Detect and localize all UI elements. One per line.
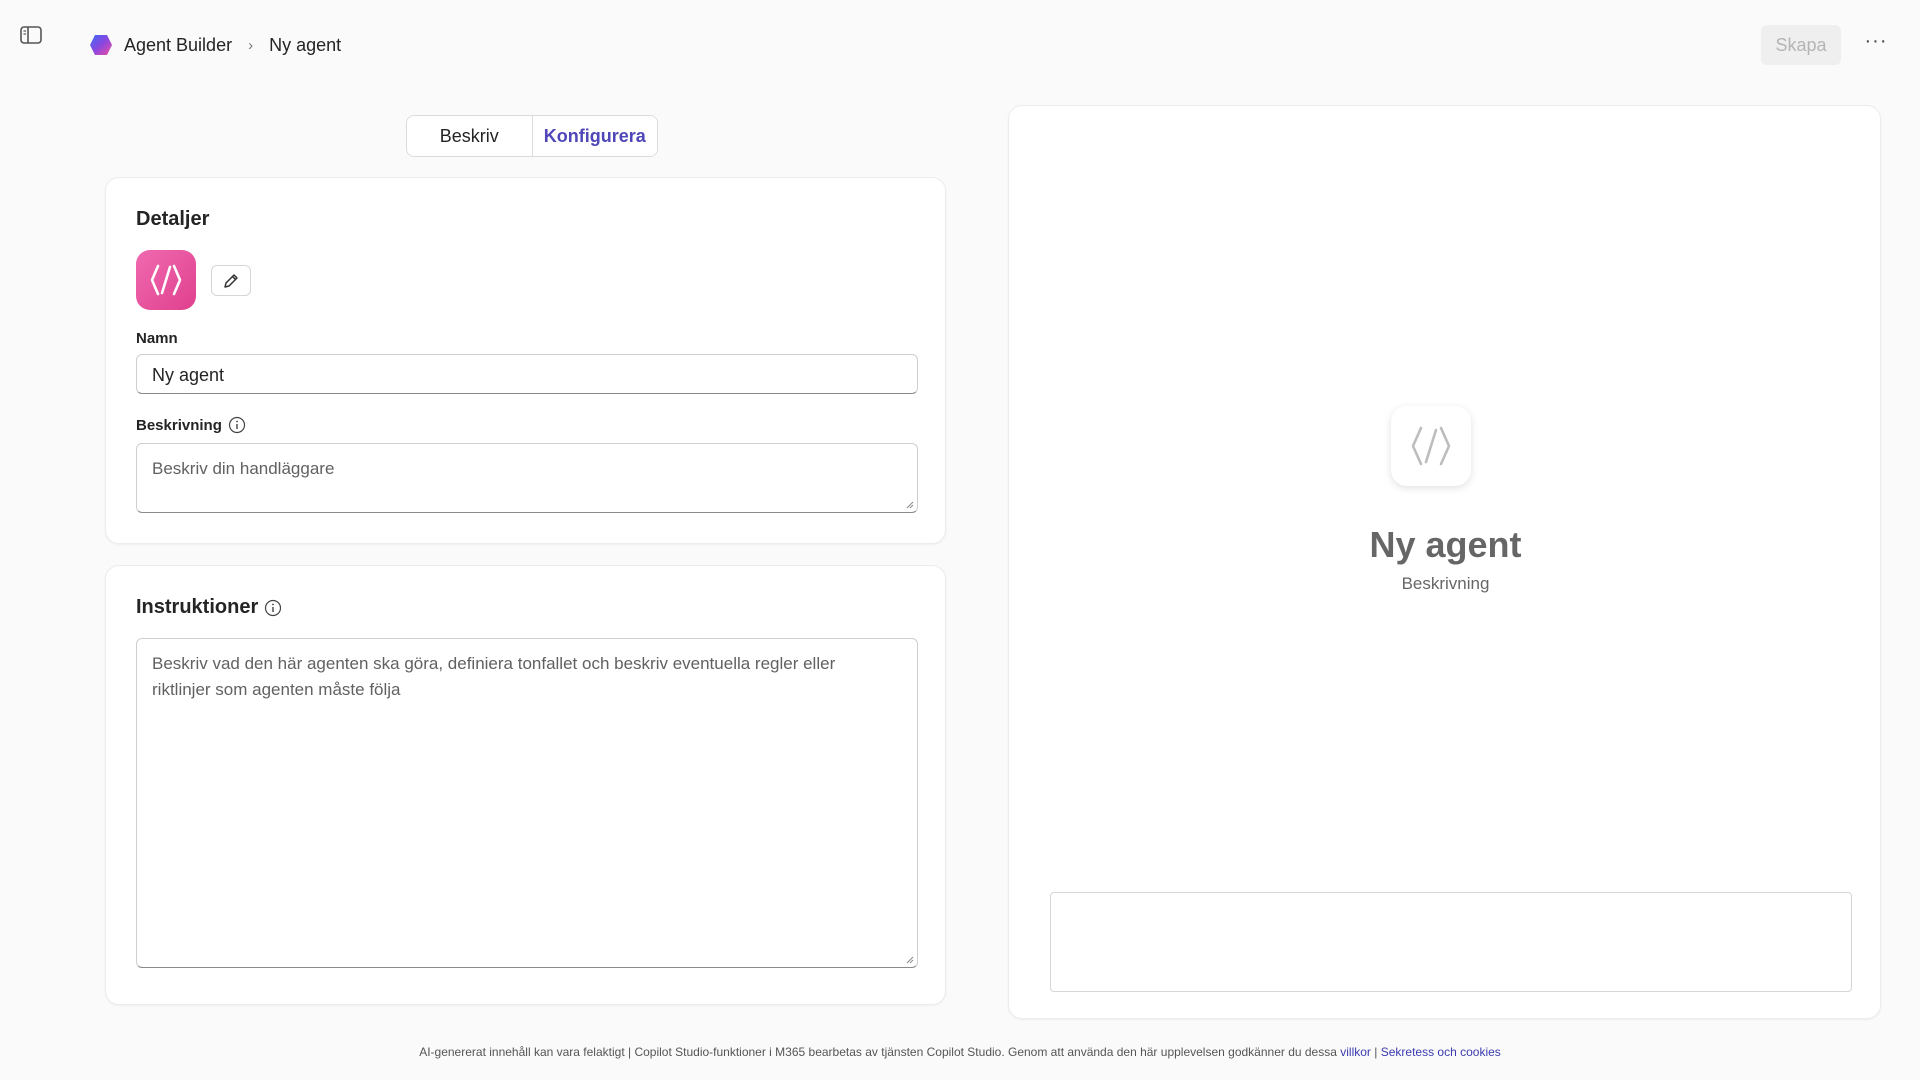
agent-preview-icon	[1391, 406, 1471, 486]
details-card: Detaljer Namn Ny agent Beskrivning Beskr…	[105, 177, 946, 544]
footer-separator: |	[1374, 1045, 1378, 1059]
preview-agent-name: Ny agent	[1369, 524, 1522, 565]
copilot-logo-icon	[88, 33, 114, 57]
instructions-textarea[interactable]: Beskriv vad den här agenten ska göra, de…	[136, 638, 918, 968]
instructions-placeholder: Beskriv vad den här agenten ska göra, de…	[152, 654, 836, 699]
description-label: Beskrivning	[136, 416, 222, 434]
resize-grip-icon	[906, 501, 914, 509]
name-input[interactable]: Ny agent	[136, 354, 918, 394]
edit-icon-button[interactable]	[211, 265, 251, 296]
info-icon[interactable]	[264, 599, 282, 617]
privacy-link[interactable]: Sekretess och cookies	[1381, 1045, 1501, 1059]
more-options-icon[interactable]: ···	[1862, 30, 1890, 58]
breadcrumb: Agent Builder › Ny agent	[88, 30, 341, 60]
preview-panel: Ny agent Beskrivning	[1008, 105, 1881, 1019]
pencil-icon	[224, 273, 238, 288]
mode-tabs: Beskriv Konfigurera	[406, 115, 658, 157]
breadcrumb-app-name[interactable]: Agent Builder	[124, 35, 232, 56]
chevron-right-icon: ›	[248, 36, 254, 54]
description-textarea[interactable]: Beskriv din handläggare	[136, 443, 918, 513]
name-label: Namn	[136, 330, 178, 347]
breadcrumb-current-page: Ny agent	[269, 34, 342, 55]
preview-agent-description: Beskrivning	[1401, 574, 1490, 593]
tab-beskriv[interactable]: Beskriv	[407, 116, 532, 156]
create-button[interactable]: Skapa	[1761, 25, 1841, 65]
footer-text: AI-genererat innehåll kan vara felaktigt…	[419, 1045, 1337, 1059]
tab-konfigurera[interactable]: Konfigurera	[531, 116, 657, 156]
footer: AI-genererat innehåll kan vara felaktigt…	[0, 1045, 1920, 1059]
info-icon[interactable]	[228, 416, 246, 434]
details-title: Detaljer	[136, 208, 210, 230]
instructions-title-row: Instruktioner	[136, 596, 282, 619]
instructions-card: Instruktioner Beskriv vad den här agente…	[105, 565, 946, 1005]
agent-avatar-icon	[136, 250, 196, 310]
instructions-title: Instruktioner	[136, 596, 259, 618]
resize-grip-icon	[906, 956, 914, 964]
description-placeholder: Beskriv din handläggare	[152, 459, 335, 478]
top-bar: Agent Builder › Ny agent Skapa ···	[0, 0, 1920, 90]
chat-input[interactable]	[1050, 892, 1852, 992]
description-label-row: Beskrivning	[136, 416, 246, 434]
terms-link[interactable]: villkor	[1340, 1045, 1371, 1059]
sidebar-toggle-icon[interactable]	[20, 26, 46, 48]
